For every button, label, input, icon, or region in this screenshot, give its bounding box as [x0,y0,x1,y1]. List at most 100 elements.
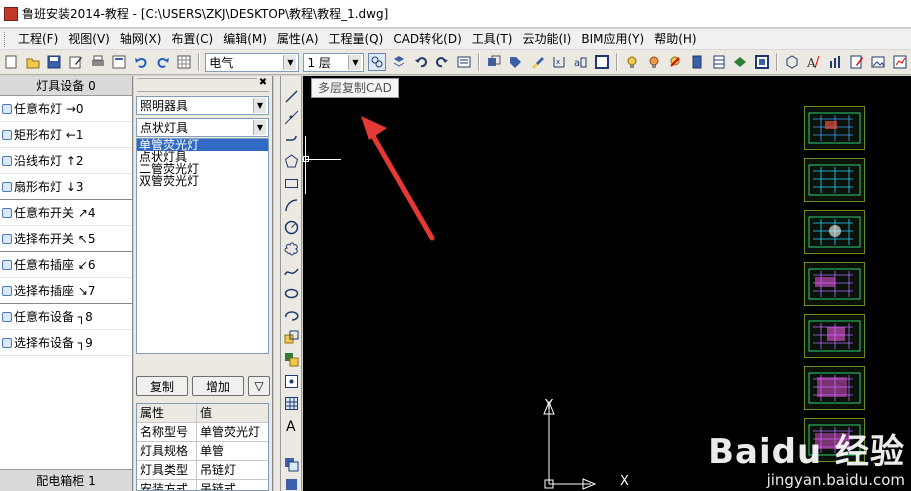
menu-help[interactable]: 帮助(H) [649,30,701,49]
menu-attribute[interactable]: 属性(A) [272,30,324,49]
report-edit-icon[interactable] [848,53,866,71]
subcategory-select[interactable]: 点状灯具 ▼ [136,118,269,137]
tool-item-random-switch[interactable]: 任意布开关 ↗4 [0,200,132,226]
bulb-icon[interactable] [645,53,663,71]
tool-item-random-device[interactable]: 任意布设备 ┐8 [0,304,132,330]
property-value[interactable]: 吊链灯 [197,461,268,479]
property-row[interactable]: 灯具规格 单管 [137,442,268,461]
property-row[interactable]: 名称型号 单管荧光灯 [137,423,268,442]
property-row[interactable]: 安装方式 吊链式 [137,480,268,490]
menu-edit[interactable]: 编辑(M) [218,30,272,49]
menu-layout[interactable]: 布置(C) [166,30,218,49]
close-icon[interactable]: ✖ [257,77,269,89]
multi-floor-copy-cad-icon[interactable] [368,53,387,71]
rotate-left-icon[interactable] [412,53,430,71]
discipline-select[interactable]: 电气 ▼ [205,52,300,72]
menu-cad-convert[interactable]: CAD转化(D) [388,30,466,49]
menu-view[interactable]: 视图(V) [63,30,115,49]
text-icon[interactable]: A [283,417,300,434]
tool-item-fan-light[interactable]: 扇形布灯 ↓3 [0,174,132,200]
chevron-down-icon[interactable]: ▼ [253,120,266,135]
edit-icon[interactable] [67,53,85,71]
insert-block-icon[interactable] [283,329,300,346]
property-row[interactable]: 灯具类型 吊链灯 [137,461,268,480]
arc-icon[interactable] [283,197,300,214]
cabinet-icon[interactable] [710,53,728,71]
copy-button[interactable]: 复制 [136,376,188,396]
bar-chart-icon[interactable] [826,53,844,71]
rectangle-icon[interactable] [283,175,300,192]
image-icon[interactable] [870,53,888,71]
component-icon[interactable] [485,53,503,71]
floor-plan-thumbnail[interactable] [804,210,865,254]
line-icon[interactable] [283,88,300,105]
construction-line-icon[interactable] [283,109,300,126]
tool-item-select-socket[interactable]: 选择布插座 ↘7 [0,278,132,304]
menu-cloud[interactable]: 云功能(I) [517,30,576,49]
tool-item-select-device[interactable]: 选择布设备 ┐9 [0,330,132,356]
hatch-icon[interactable] [283,395,300,412]
menu-bim[interactable]: BIM应用(Y) [576,30,649,49]
redo-icon[interactable] [154,53,172,71]
category-select[interactable]: 照明器具 ▼ [136,96,269,115]
expand-chevron-icon[interactable]: ▽ [248,376,270,396]
tool-item-line-light[interactable]: 沿线布灯 ↑2 [0,148,132,174]
chevron-down-icon[interactable]: ▼ [348,54,362,70]
floor-select[interactable]: 1 层 ▼ [303,52,365,72]
3d-view-icon[interactable] [783,53,801,71]
copy-layer-icon[interactable] [390,53,408,71]
drawing-canvas[interactable]: 多层复制CAD Y X Baidu 经验 jingyan.baidu.com [303,76,911,491]
point-icon[interactable] [283,373,300,390]
copy-objects-icon[interactable] [283,456,300,473]
layers-stack-icon[interactable] [283,476,300,491]
chevron-down-icon[interactable]: ▼ [253,98,266,113]
menu-project[interactable]: 工程(F) [13,30,63,49]
chevron-down-icon[interactable]: ▼ [283,54,297,70]
revision-cloud-icon[interactable] [283,241,300,258]
rotate-right-icon[interactable] [433,53,451,71]
save-icon[interactable] [45,53,63,71]
green-component-icon[interactable] [731,53,749,71]
menu-grip[interactable] [4,31,7,47]
tool-item-random-light[interactable]: 任意布灯 →0 [0,96,132,122]
tag-icon[interactable] [507,53,525,71]
panel-icon[interactable] [688,53,706,71]
brush-icon[interactable] [528,53,546,71]
display-icon[interactable] [753,53,771,71]
panel-footer[interactable]: 配电箱柜 1 [0,469,132,491]
dimension-icon[interactable]: x [550,53,568,71]
floor-plan-thumbnail[interactable] [804,314,865,358]
floor-plan-thumbnail[interactable] [804,366,865,410]
chart-icon[interactable] [891,53,909,71]
bulb-remove-icon[interactable] [666,53,684,71]
menu-tools[interactable]: 工具(T) [467,30,518,49]
polygon-icon[interactable] [283,153,300,170]
spline-icon[interactable] [283,263,300,280]
print-icon[interactable] [89,53,107,71]
make-block-icon[interactable] [283,351,300,368]
preview-icon[interactable] [110,53,128,71]
grid-icon[interactable] [176,53,194,71]
property-value[interactable]: 单管 [197,442,268,460]
floor-plan-thumbnail[interactable] [804,262,865,306]
panel-header[interactable]: 灯具设备 0 [0,76,132,96]
light-icon[interactable] [623,53,641,71]
open-folder-icon[interactable] [24,53,42,71]
polyline-icon[interactable] [283,131,300,148]
tool-item-rect-light[interactable]: 矩形布灯 ←1 [0,122,132,148]
component-list[interactable]: 单管荧光灯 点状灯具 二管荧光灯 双管荧光灯 [136,138,269,354]
circle-icon[interactable] [283,219,300,236]
tool-item-select-switch[interactable]: 选择布开关 ↖5 [0,226,132,252]
text-style-icon[interactable]: a [572,53,590,71]
property-value[interactable]: 吊链式 [197,480,268,490]
property-value[interactable]: 单管荧光灯 [197,423,268,441]
ellipse-arc-icon[interactable] [283,307,300,324]
floor-plan-thumbnail[interactable] [804,106,865,150]
text-tool-icon[interactable]: A [804,53,822,71]
layer-icon[interactable] [455,53,473,71]
undo-icon[interactable] [132,53,150,71]
menu-axis[interactable]: 轴网(X) [115,30,167,49]
frame-icon[interactable] [593,53,611,71]
new-file-icon[interactable] [2,53,20,71]
list-item[interactable]: 双管荧光灯 [137,175,268,187]
